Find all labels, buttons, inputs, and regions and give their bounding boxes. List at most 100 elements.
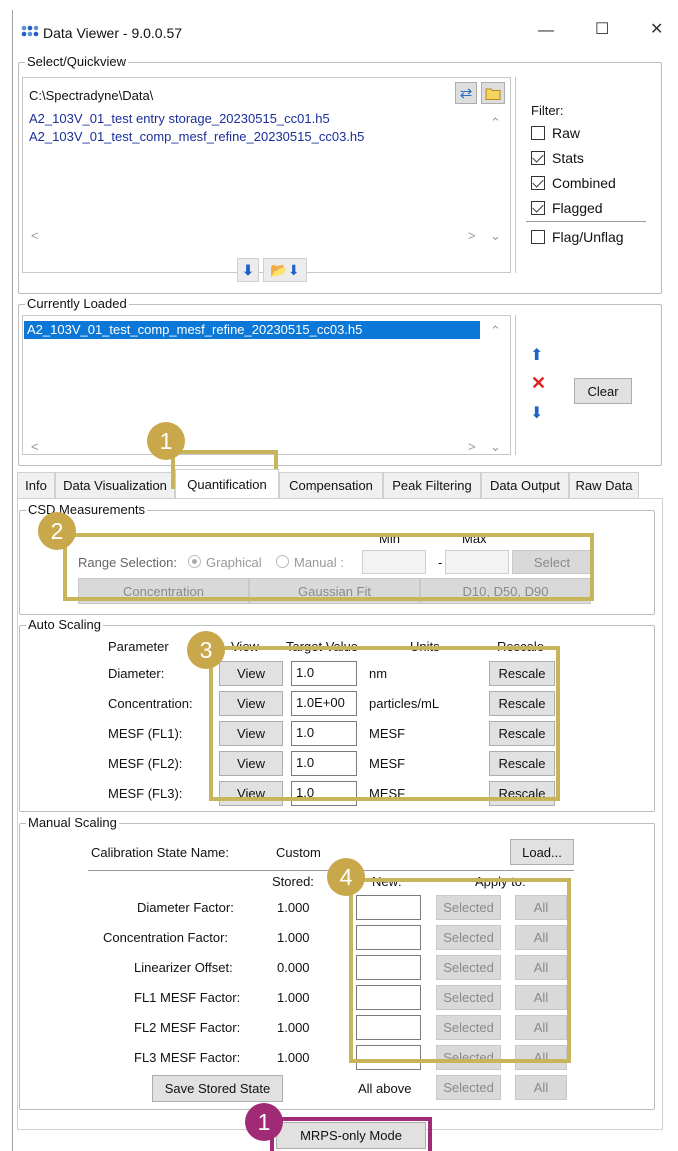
flag-unflag-checkbox[interactable] bbox=[531, 230, 545, 244]
scroll-right-icon[interactable]: > bbox=[468, 228, 476, 243]
fl1-mesf-factor-selected-button[interactable]: Selected bbox=[436, 985, 501, 1010]
calibration-state-label: Calibration State Name: bbox=[91, 845, 230, 860]
concentration-factor-selected-button[interactable]: Selected bbox=[436, 925, 501, 950]
mesf-fl1-view-button[interactable]: View bbox=[219, 721, 283, 746]
diameter-rescale-button[interactable]: Rescale bbox=[489, 661, 555, 686]
concentration-factor-all-button[interactable]: All bbox=[515, 925, 567, 950]
fl2-mesf-factor-selected-button[interactable]: Selected bbox=[436, 1015, 501, 1040]
gaussian-fit-button[interactable]: Gaussian Fit bbox=[249, 578, 420, 604]
mesf-fl3-rescale-button[interactable]: Rescale bbox=[489, 781, 555, 806]
stored-header: Stored: bbox=[272, 874, 314, 889]
concentration-factor-new-input[interactable] bbox=[356, 925, 421, 950]
all-above-all-button[interactable]: All bbox=[515, 1075, 567, 1100]
browse-folder-button[interactable] bbox=[481, 82, 505, 104]
diameter-target-input[interactable]: 1.0 bbox=[291, 661, 357, 686]
mesf-fl2-view-button[interactable]: View bbox=[219, 751, 283, 776]
mesf-fl3-view-button[interactable]: View bbox=[219, 781, 283, 806]
scroll-up-icon[interactable]: ⌃ bbox=[490, 323, 501, 339]
fl2-mesf-factor-stored: 1.000 bbox=[277, 1020, 310, 1035]
fl1-mesf-factor-all-button[interactable]: All bbox=[515, 985, 567, 1010]
load-file-button[interactable]: ⬇ bbox=[237, 258, 259, 282]
load-button[interactable]: Load... bbox=[510, 839, 574, 865]
tab-peak-filtering[interactable]: Peak Filtering bbox=[383, 472, 481, 498]
scroll-up-icon[interactable]: ⌃ bbox=[490, 115, 501, 131]
save-stored-state-button[interactable]: Save Stored State bbox=[152, 1075, 283, 1102]
combined-checkbox[interactable] bbox=[531, 176, 545, 190]
move-down-icon[interactable]: ⬇ bbox=[530, 403, 543, 423]
fl3-mesf-factor-new-input[interactable] bbox=[356, 1045, 421, 1070]
file-item[interactable]: A2_103V_01_test_comp_mesf_refine_2023051… bbox=[29, 129, 364, 145]
tab-info[interactable]: Info bbox=[17, 472, 55, 498]
scroll-down-icon[interactable]: ⌄ bbox=[490, 228, 501, 244]
flagged-checkbox[interactable] bbox=[531, 201, 545, 215]
arrow-down-icon: ⬇ bbox=[242, 261, 254, 278]
tab-data-visualization[interactable]: Data Visualization bbox=[55, 472, 175, 498]
scroll-left-icon[interactable]: < bbox=[31, 228, 39, 243]
select-button[interactable]: Select bbox=[512, 550, 592, 574]
range-dash: - bbox=[438, 555, 443, 570]
clear-button[interactable]: Clear bbox=[574, 378, 632, 404]
linearizer-offset-new-input[interactable] bbox=[356, 955, 421, 980]
refresh-button[interactable]: ⇄ bbox=[455, 82, 477, 104]
diameter-factor-new-input[interactable] bbox=[356, 895, 421, 920]
step-badge: 3 bbox=[187, 631, 225, 669]
concentration-button[interactable]: Concentration bbox=[78, 578, 249, 604]
linearizer-offset-label: Linearizer Offset: bbox=[134, 960, 233, 975]
tab-quantification[interactable]: Quantification bbox=[175, 469, 279, 498]
stats-checkbox[interactable] bbox=[531, 151, 545, 165]
tab-compensation[interactable]: Compensation bbox=[279, 472, 383, 498]
fl1-mesf-factor-label: FL1 MESF Factor: bbox=[134, 990, 241, 1005]
fl1-mesf-factor-new-input[interactable] bbox=[356, 985, 421, 1010]
file-item[interactable]: A2_103V_01_test entry storage_20230515_c… bbox=[29, 111, 330, 127]
fl2-mesf-factor-new-input[interactable] bbox=[356, 1015, 421, 1040]
min-label: Min bbox=[379, 531, 400, 546]
diameter-view-button[interactable]: View bbox=[219, 661, 283, 686]
calibration-state-value: Custom bbox=[276, 845, 321, 860]
mesf-fl2-rescale-button[interactable]: Rescale bbox=[489, 751, 555, 776]
linearizer-offset-stored: 0.000 bbox=[277, 960, 310, 975]
folder-icon bbox=[485, 88, 501, 100]
stats-label: Stats bbox=[552, 150, 584, 166]
fl2-mesf-factor-all-button[interactable]: All bbox=[515, 1015, 567, 1040]
current-path: C:\Spectradyne\Data\ bbox=[29, 88, 154, 103]
loaded-file-item[interactable]: A2_103V_01_test_comp_mesf_refine_2023051… bbox=[24, 321, 480, 339]
fl3-mesf-factor-selected-button[interactable]: Selected bbox=[436, 1045, 501, 1070]
currently-loaded-group: Currently Loaded A2_103V_01_test_comp_me… bbox=[18, 296, 662, 466]
linearizer-offset-all-button[interactable]: All bbox=[515, 955, 567, 980]
load-folder-button[interactable]: 📂⬇ bbox=[263, 258, 307, 282]
scroll-left-icon[interactable]: < bbox=[31, 439, 39, 454]
raw-checkbox[interactable] bbox=[531, 126, 545, 140]
divider bbox=[526, 221, 646, 222]
d10-d50-d90-button[interactable]: D10, D50, D90 bbox=[420, 578, 591, 604]
mesf-fl1-target-input[interactable]: 1.0 bbox=[291, 721, 357, 746]
close-button[interactable]: ✕ bbox=[650, 22, 663, 38]
mesf-fl2-target-input[interactable]: 1.0 bbox=[291, 751, 357, 776]
min-input[interactable] bbox=[362, 550, 426, 574]
concentration-rescale-button[interactable]: Rescale bbox=[489, 691, 555, 716]
diameter-factor-all-button[interactable]: All bbox=[515, 895, 567, 920]
flagged-label: Flagged bbox=[552, 200, 603, 216]
scroll-right-icon[interactable]: > bbox=[468, 439, 476, 454]
concentration-target-input[interactable]: 1.0E+00 bbox=[291, 691, 357, 716]
fl1-mesf-factor-stored: 1.000 bbox=[277, 990, 310, 1005]
max-input[interactable] bbox=[445, 550, 509, 574]
divider bbox=[515, 315, 516, 455]
mesf-fl1-rescale-button[interactable]: Rescale bbox=[489, 721, 555, 746]
remove-icon[interactable]: ✕ bbox=[531, 373, 546, 394]
folder-arrow-icon: 📂⬇ bbox=[270, 261, 300, 278]
scroll-down-icon[interactable]: ⌄ bbox=[490, 439, 501, 455]
concentration-view-button[interactable]: View bbox=[219, 691, 283, 716]
minimize-button[interactable]: — bbox=[538, 23, 554, 39]
maximize-button[interactable]: ☐ bbox=[595, 22, 609, 38]
tab-raw-data[interactable]: Raw Data bbox=[569, 472, 639, 498]
diameter-factor-selected-button[interactable]: Selected bbox=[436, 895, 501, 920]
graphical-radio[interactable] bbox=[188, 555, 201, 568]
manual-radio[interactable] bbox=[276, 555, 289, 568]
linearizer-offset-selected-button[interactable]: Selected bbox=[436, 955, 501, 980]
tab-data-output[interactable]: Data Output bbox=[481, 472, 569, 498]
all-above-selected-button[interactable]: Selected bbox=[436, 1075, 501, 1100]
move-up-icon[interactable]: ⬆ bbox=[530, 345, 543, 365]
mesf-fl3-target-input[interactable]: 1.0 bbox=[291, 781, 357, 806]
mrps-only-mode-button[interactable]: MRPS-only Mode bbox=[276, 1122, 426, 1149]
fl3-mesf-factor-all-button[interactable]: All bbox=[515, 1045, 567, 1070]
